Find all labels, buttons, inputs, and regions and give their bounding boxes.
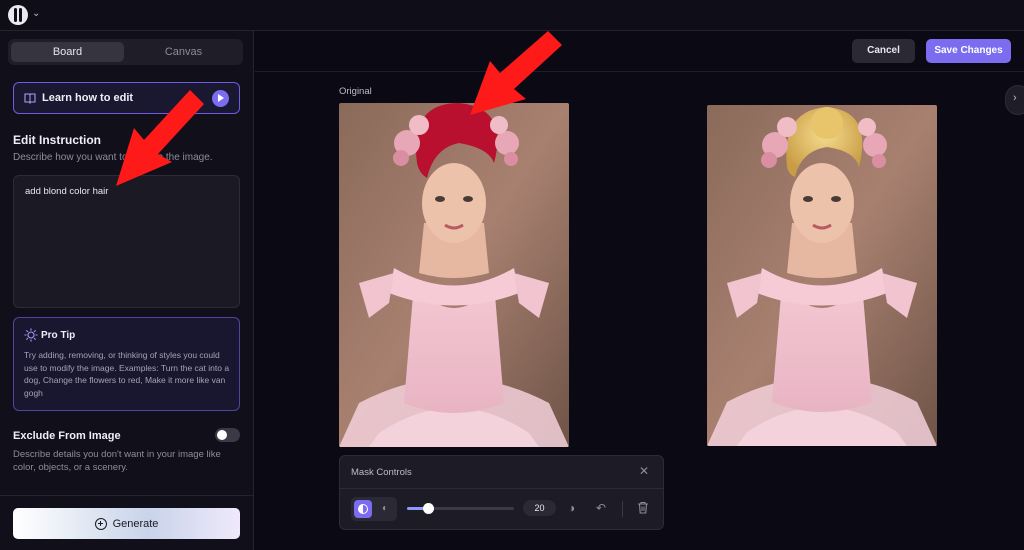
tab-board[interactable]: Board (11, 42, 124, 62)
mask-controls-title: Mask Controls (351, 467, 412, 478)
expand-panel-button[interactable]: › (1005, 85, 1024, 115)
app-logo-icon[interactable] (8, 5, 28, 25)
chevron-right-icon: › (1013, 92, 1017, 104)
close-icon[interactable]: ✕ (639, 464, 649, 478)
sidebar-divider (0, 495, 254, 496)
brush-size-slider[interactable] (407, 503, 514, 514)
exclude-subtitle: Describe details you don't want in your … (13, 449, 221, 473)
edit-instruction-input[interactable]: add blond color hair (13, 175, 240, 308)
mask-mode-toggle: ◐ (351, 497, 397, 521)
mask-divider (340, 488, 663, 489)
pro-tip-body: Try adding, removing, or thinking of sty… (24, 350, 230, 398)
generate-button[interactable]: Generate (13, 508, 240, 539)
trash-icon[interactable] (637, 501, 649, 514)
top-bar: ⌄ (0, 0, 1024, 31)
brush-size-handle[interactable] (422, 503, 434, 514)
tab-canvas[interactable]: Canvas (127, 42, 240, 62)
generate-label: Generate (112, 517, 159, 530)
exclude-title: Exclude From Image (13, 430, 121, 442)
pro-tip-card: Pro Tip Try adding, removing, or thinkin… (13, 317, 240, 411)
view-switcher: Board Canvas (8, 39, 243, 65)
undo-icon[interactable]: ↶ (596, 501, 606, 515)
original-label: Original (339, 86, 372, 97)
brush-size-value[interactable]: 20 (523, 500, 556, 516)
chevron-down-icon[interactable]: ⌄ (32, 8, 40, 19)
erase-mode-button[interactable]: ◐ (376, 500, 394, 518)
paint-mode-button[interactable] (354, 500, 372, 518)
plus-circle-icon (94, 517, 107, 530)
save-changes-button[interactable]: Save Changes (926, 39, 1011, 63)
original-image[interactable] (339, 103, 569, 447)
mask-controls-panel: Mask Controls ✕ ◐ 20 ◑ ↶ (339, 455, 664, 530)
play-icon (212, 90, 229, 107)
edit-instruction-title: Edit Instruction (13, 133, 101, 147)
book-icon (24, 93, 36, 104)
editor-toolbar: Cancel Save Changes (255, 31, 1024, 72)
mask-tool-divider (622, 501, 623, 517)
cancel-button[interactable]: Cancel (852, 39, 915, 63)
annotation-arrow-top (470, 31, 562, 115)
annotation-arrow-left (116, 90, 204, 186)
edited-image[interactable] (707, 105, 937, 446)
exclude-toggle[interactable] (215, 428, 240, 442)
pro-tip-title: Pro Tip (41, 330, 76, 341)
invert-icon[interactable]: ◑ (568, 501, 575, 515)
sparkle-icon (24, 328, 38, 342)
